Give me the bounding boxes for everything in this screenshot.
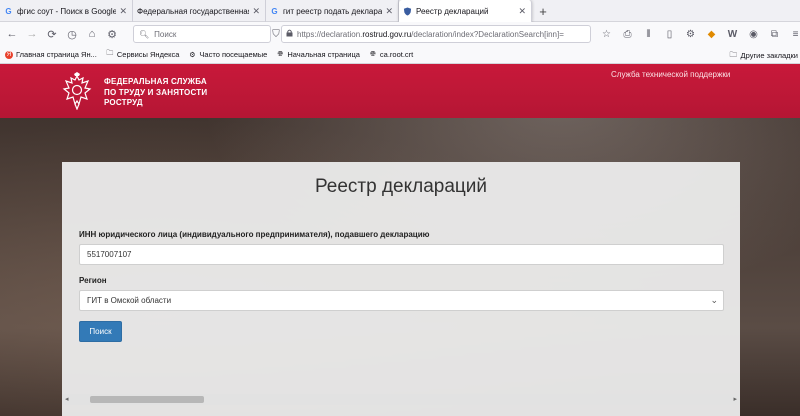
url-prefix: https://declaration. xyxy=(297,29,363,39)
bookmark-yandex-home[interactable]: Я Главная страница Ян... xyxy=(5,50,97,59)
tab-git-registry[interactable]: G гит реестр подать декларацию ✕ xyxy=(266,0,399,22)
bookmark-label: Главная страница Ян... xyxy=(16,50,97,59)
bookmark-star-icon[interactable]: ☆ xyxy=(596,24,617,44)
back-icon[interactable]: ← xyxy=(2,24,22,44)
org-line: ПО ТРУДУ И ЗАНЯТОСТИ xyxy=(104,87,208,97)
org-line: РОСТРУД xyxy=(104,98,143,107)
bookmark-label: Сервисы Яндекса xyxy=(116,50,180,59)
google-icon: G xyxy=(271,6,278,16)
tab-strip: G фгис соут - Поиск в Google ✕ Федеральн… xyxy=(0,0,800,22)
search-button[interactable]: Поиск xyxy=(79,321,122,342)
bookmark-label: Часто посещаемые xyxy=(199,50,268,59)
scroll-right-icon[interactable]: ▸ xyxy=(733,395,737,403)
coat-of-arms-logo[interactable] xyxy=(62,72,92,111)
bookmark-other[interactable]: 🗀 Другие закладки xyxy=(730,46,800,64)
tab-title: фгис соут - Поиск в Google xyxy=(17,6,117,16)
history-icon[interactable]: ◷ xyxy=(62,24,82,44)
scrollbar-thumb[interactable] xyxy=(90,396,204,403)
wikipedia-icon[interactable]: W xyxy=(722,24,743,44)
menu-icon[interactable]: ≡ xyxy=(785,24,800,44)
site-header: ФЕДЕРАЛЬНАЯ СЛУЖБА ПО ТРУДУ И ЗАНЯТОСТИ … xyxy=(0,64,800,118)
horizontal-scrollbar[interactable]: ◂ ▸ xyxy=(62,394,740,405)
tab-title: Реестр деклараций xyxy=(416,6,489,16)
search-icon: 🔍︎ xyxy=(139,29,150,39)
forward-icon[interactable]: → xyxy=(22,24,42,44)
bookmark-yandex-services[interactable]: 🗀 Сервисы Яндекса xyxy=(106,50,180,59)
lock-icon xyxy=(286,29,293,39)
bookmark-label: Другие закладки xyxy=(740,50,798,60)
bookmark-label: ca.root.crt xyxy=(379,50,414,59)
extension-gear-icon[interactable]: ⚙ xyxy=(680,24,701,44)
org-line: ФЕДЕРАЛЬНАЯ СЛУЖБА xyxy=(104,77,207,86)
google-icon: G xyxy=(5,6,12,16)
bookmark-label: Начальная страница xyxy=(287,50,360,59)
bookmark-start-page[interactable]: 🌐︎ Начальная страница xyxy=(276,50,360,59)
tab-declaration-registry[interactable]: Реестр деклараций ✕ xyxy=(399,0,532,22)
close-icon[interactable]: ✕ xyxy=(518,6,526,17)
tab-google-search[interactable]: G фгис соут - Поиск в Google ✕ xyxy=(0,0,133,22)
page-content: ФЕДЕРАЛЬНАЯ СЛУЖБА ПО ТРУДУ И ЗАНЯТОСТИ … xyxy=(0,64,800,416)
close-icon[interactable]: ✕ xyxy=(119,6,127,17)
chevron-down-icon: ⌄ xyxy=(710,295,718,305)
globe-icon: 🌐︎ xyxy=(277,50,284,58)
organization-name: ФЕДЕРАЛЬНАЯ СЛУЖБА ПО ТРУДУ И ЗАНЯТОСТИ … xyxy=(104,77,207,109)
region-value: ГИТ в Омской области xyxy=(87,296,172,305)
toolbar-icons: ☆ ⎙ ⫴ ▯ ⚙ ◆ W ◉ ⧉ ≡ xyxy=(596,24,800,44)
gear-icon: ⚙ xyxy=(189,51,196,59)
close-icon[interactable]: ✕ xyxy=(252,6,260,17)
folder-icon: 🗀 xyxy=(729,49,738,59)
search-form-card: Реестр деклараций ИНН юридического лица … xyxy=(62,162,740,416)
home-icon[interactable]: ⌂ xyxy=(82,24,102,44)
extensions-icon[interactable]: ⧉ xyxy=(764,24,785,44)
shield-icon xyxy=(403,6,412,16)
search-input[interactable]: 🔍︎ Поиск xyxy=(133,25,271,43)
account-icon[interactable]: ◉ xyxy=(743,24,764,44)
scroll-left-icon[interactable]: ◂ xyxy=(65,395,69,403)
bookmarks-bar: Я Главная страница Ян... 🗀 Сервисы Яндек… xyxy=(0,46,800,64)
sidebar-icon[interactable]: ▯ xyxy=(659,24,680,44)
url-bar[interactable]: https://declaration. rostrud.gov.ru/decla… xyxy=(281,25,591,43)
vpn-extension-icon[interactable]: ◆ xyxy=(701,24,722,44)
tab-federal-system[interactable]: Федеральная государственная инф ✕ xyxy=(133,0,266,22)
page-title: Реестр деклараций xyxy=(314,176,488,197)
reload-icon[interactable]: ⟳ xyxy=(42,24,62,44)
region-label: Регион xyxy=(79,276,107,285)
navigation-bar: ← → ⟳ ◷ ⌂ ⚙ 🔍︎ Поиск ⛉ https://declarati… xyxy=(0,22,800,46)
region-select[interactable]: ГИТ в Омской области ⌄ xyxy=(79,290,724,311)
bookmark-ca-root[interactable]: 🌐︎ ca.root.crt xyxy=(369,50,413,59)
url-host: rostrud.gov.ru xyxy=(362,29,412,39)
folder-icon: 🗀 xyxy=(106,50,114,57)
globe-icon: 🌐︎ xyxy=(370,50,376,58)
inn-value: 5517007107 xyxy=(87,250,132,259)
close-icon[interactable]: ✕ xyxy=(385,6,393,17)
library-icon[interactable]: ⫴ xyxy=(638,24,659,44)
inn-label: ИНН юридического лица (индивидуального п… xyxy=(79,230,430,239)
settings-icon[interactable]: ⚙ xyxy=(102,24,122,44)
inn-field[interactable]: 5517007107 xyxy=(79,244,724,265)
search-placeholder: Поиск xyxy=(154,29,177,39)
bookmark-frequent[interactable]: ⚙ Часто посещаемые xyxy=(188,50,267,59)
yandex-icon: Я xyxy=(5,50,13,59)
support-link[interactable]: Служба технической поддержки xyxy=(611,70,730,79)
tab-title: гит реестр подать декларацию xyxy=(283,6,383,16)
new-tab-button[interactable]: + xyxy=(532,0,554,22)
print-icon[interactable]: ⎙ xyxy=(617,24,638,44)
url-path: /declaration/index?DeclarationSearch[inn… xyxy=(411,29,564,39)
tab-title: Федеральная государственная инф xyxy=(137,6,250,16)
